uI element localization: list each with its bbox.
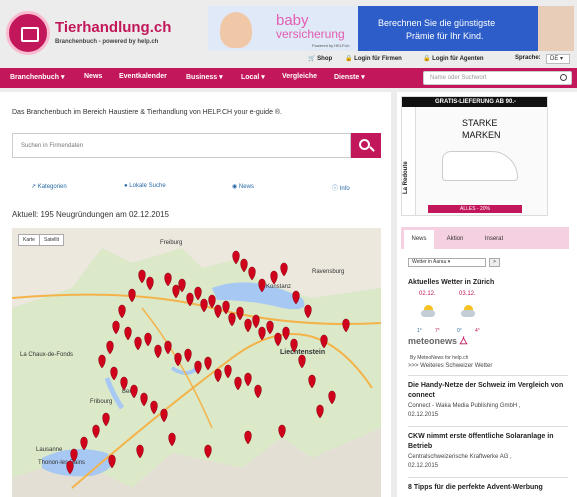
map-marker-icon: ● bbox=[124, 183, 128, 189]
ad-headline-2: MARKEN bbox=[462, 130, 501, 140]
tab-sidebar-inserat[interactable]: Inserat bbox=[477, 230, 511, 249]
nav-eventkalender[interactable]: Eventkalender bbox=[119, 73, 167, 80]
nav-search-input[interactable]: Name oder Suchwort bbox=[423, 71, 572, 85]
map-label-thonon: Thonon-les-Bains bbox=[38, 460, 85, 466]
company-search-input[interactable]: Suchen in Firmendaten bbox=[12, 133, 351, 158]
map-canvas: Freiburg Ravensburg Liechtenstein La Cha… bbox=[12, 228, 381, 497]
tab-sidebar-news[interactable]: News bbox=[404, 230, 434, 249]
article-title-3[interactable]: 8 Tipps für die perfekte Advent-Werbung bbox=[408, 483, 568, 493]
login-agents-link[interactable]: 🔒 Login für Agenten bbox=[423, 55, 484, 62]
language-select[interactable]: DE ▾ bbox=[546, 54, 570, 64]
caret-down-icon: ▾ bbox=[261, 74, 265, 81]
divider bbox=[408, 477, 568, 478]
ad-banner[interactable]: baby versicherung Powered by HELP.ch Ber… bbox=[208, 6, 574, 51]
site-name[interactable]: Tierhandlung.ch bbox=[55, 19, 171, 36]
partly-cloudy-icon bbox=[421, 305, 435, 317]
weather-day-1: 02.12. bbox=[419, 291, 436, 297]
login-firms-link[interactable]: 🔒 Login für Firmen bbox=[345, 55, 402, 62]
ad-headline-1: STARKE bbox=[462, 118, 498, 128]
tab-sidebar-aktion[interactable]: Aktion bbox=[439, 230, 471, 249]
page-header: Tierhandlung.ch Branchenbuch - powered b… bbox=[0, 0, 577, 68]
wifi-icon: ⧊ bbox=[459, 336, 468, 346]
tab-lokale-suche[interactable]: ● Lokale Suche bbox=[124, 183, 166, 189]
map-label-lausanne: Lausanne bbox=[36, 447, 63, 453]
article-date-1: 02.12.2015 bbox=[408, 412, 439, 418]
lock-icon: 🔒 bbox=[423, 56, 431, 62]
nav-news[interactable]: News bbox=[84, 73, 102, 80]
main-content: Das Branchenbuch im Bereich Haustiere & … bbox=[0, 92, 391, 497]
logo-icon[interactable] bbox=[6, 11, 50, 55]
more-weather-link[interactable]: >>> Weiteres Schweizer Wetter bbox=[408, 363, 492, 369]
site-subtitle: Branchenbuch - powered by help.ch bbox=[55, 39, 159, 45]
banner-child-image bbox=[538, 6, 574, 51]
info-icon: ⓘ bbox=[332, 186, 339, 192]
ad-header: GRATIS-LIEFERUNG AB 90.- bbox=[402, 97, 547, 107]
nav-dienste[interactable]: Dienste ▾ bbox=[334, 73, 365, 81]
ad-brand: La Redoute bbox=[403, 161, 409, 194]
map-type-satellite[interactable]: Satellit bbox=[39, 234, 65, 246]
temp-max-1: 7° bbox=[435, 328, 440, 334]
nav-local[interactable]: Local ▾ bbox=[241, 73, 265, 81]
news-count: Aktuell: 195 Neugründungen am 02.12.2015 bbox=[12, 210, 170, 219]
caret-down-icon: ▾ bbox=[361, 74, 365, 81]
article-source-2: Centralschweizerische Kraftwerke AG , bbox=[408, 454, 512, 460]
meteonews-logo[interactable]: meteonews ⧊ bbox=[408, 336, 468, 347]
nav-vergleiche[interactable]: Vergleiche bbox=[282, 73, 317, 80]
sidebar: GRATIS-LIEFERUNG AB 90.- La Redoute STAR… bbox=[397, 92, 577, 497]
eye-icon: ◉ bbox=[232, 184, 238, 190]
nav-business[interactable]: Business ▾ bbox=[186, 73, 223, 81]
weather-go-button[interactable]: > bbox=[489, 258, 500, 267]
shoe-image bbox=[442, 151, 518, 181]
lock-icon: 🔒 bbox=[345, 56, 353, 62]
article-date-2: 02.12.2015 bbox=[408, 463, 439, 469]
map-label-ravensburg: Ravensburg bbox=[312, 269, 344, 275]
article-source-1: Connect - Waka Media Publishing GmbH , bbox=[408, 403, 521, 409]
external-link-icon: ↗ bbox=[31, 184, 37, 190]
nav-branchenbuch[interactable]: Branchenbuch ▾ bbox=[10, 73, 64, 81]
article-title-2[interactable]: CKW nimmt erste öffentliche Solaranlage … bbox=[408, 432, 568, 452]
map-label-fribourg: Fribourg bbox=[90, 399, 112, 405]
tab-news[interactable]: ◉ News bbox=[232, 183, 254, 190]
map-label-la-chaux-de-fonds: La Chaux-de-Fonds bbox=[20, 352, 73, 358]
location-map[interactable]: Freiburg Ravensburg Liechtenstein La Cha… bbox=[12, 228, 381, 497]
banner-brand-2: versicherung bbox=[276, 27, 345, 41]
sidebar-ad[interactable]: GRATIS-LIEFERUNG AB 90.- La Redoute STAR… bbox=[401, 96, 548, 216]
banner-text-2: Prämie für Ihr Kind. bbox=[406, 31, 484, 41]
map-label-konstanz: Konstanz bbox=[266, 284, 291, 290]
map-label-freiburg: Freiburg bbox=[160, 240, 182, 246]
partly-cloudy-icon bbox=[461, 305, 475, 317]
ad-discount: ALLES - 20% bbox=[428, 205, 522, 213]
cart-icon: 🛒 bbox=[308, 56, 316, 62]
meteonews-credit: By MeteoNews for help.ch bbox=[410, 355, 469, 361]
search-icon[interactable] bbox=[560, 74, 567, 81]
intro-text: Das Branchenbuch im Bereich Haustiere & … bbox=[12, 109, 283, 116]
temp-min-2: 0° bbox=[457, 328, 462, 334]
weather-day-2: 03.12. bbox=[459, 291, 476, 297]
caret-down-icon: ▾ bbox=[219, 74, 223, 81]
divider bbox=[408, 426, 568, 427]
baby-image bbox=[220, 12, 252, 48]
temp-max-2: 4° bbox=[475, 328, 480, 334]
shop-link[interactable]: 🛒 Shop bbox=[308, 55, 332, 62]
main-navbar: Branchenbuch ▾ News Eventkalender Busine… bbox=[0, 68, 577, 88]
weather-title: Aktuelles Wetter in Zürich bbox=[408, 279, 495, 286]
ad-side-strip: La Redoute bbox=[402, 107, 416, 215]
search-button[interactable] bbox=[351, 133, 381, 158]
caret-down-icon: ▾ bbox=[60, 74, 65, 81]
banner-image: baby versicherung Powered by HELP.ch bbox=[208, 6, 358, 51]
search-icon bbox=[359, 139, 370, 150]
language-label: Sprache: bbox=[515, 55, 541, 61]
article-title-1[interactable]: Die Handy-Netze der Schweiz im Vergleich… bbox=[408, 381, 568, 401]
tab-kategorien[interactable]: ↗ Kategorien bbox=[31, 183, 67, 190]
temp-min-1: 1° bbox=[417, 328, 422, 334]
banner-text-1: Berechnen Sie die günstigste bbox=[378, 18, 496, 28]
map-type-map[interactable]: Karte bbox=[18, 234, 40, 246]
weather-city-select[interactable]: Wetter in Aarau ▾ bbox=[408, 258, 486, 267]
divider bbox=[408, 375, 568, 376]
sidebar-tabs: News Aktion Inserat bbox=[401, 227, 569, 249]
banner-by: Powered by HELP.ch bbox=[312, 43, 350, 48]
tab-info[interactable]: ⓘ Info bbox=[332, 183, 350, 192]
